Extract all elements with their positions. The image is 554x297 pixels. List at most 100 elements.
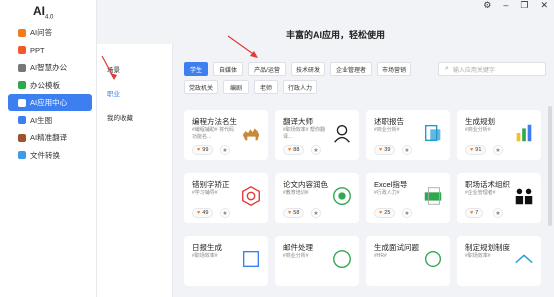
heart-icon: ♥ bbox=[288, 147, 292, 153]
filter-tag[interactable]: 学生 bbox=[184, 62, 208, 76]
like-count[interactable]: ♥ 39 bbox=[374, 145, 396, 155]
app-card[interactable]: 编程方法名生 #编程辅助# 将代码功能名... ♥ 99 ★ bbox=[184, 110, 268, 160]
sidebar-item-1[interactable]: PPT bbox=[8, 42, 92, 59]
like-count[interactable]: ♥ 88 bbox=[283, 145, 305, 155]
app-card[interactable]: 生成规划 #商业分析# ♥ 91 ★ bbox=[457, 110, 541, 160]
sidebar-item-icon bbox=[18, 81, 26, 89]
sidebar-item-0[interactable]: AI问答 bbox=[8, 24, 92, 41]
app-card[interactable]: 邮件处理 #商业分析# bbox=[275, 236, 359, 286]
sidebar: AI4.0 AI问答 PPT AI智慧办公 办公模板 AI应用中心 AI生图 AI精准翻译文… bbox=[0, 0, 97, 297]
sidebar-item-2[interactable]: AI智慧办公 bbox=[8, 59, 92, 76]
search-input[interactable]: ⌕ 输入应用关键字 bbox=[438, 62, 546, 76]
sidebar-item-7[interactable]: 文件转换 bbox=[8, 147, 92, 164]
annotation-arrow bbox=[101, 55, 117, 80]
like-count-value: 39 bbox=[384, 147, 391, 153]
app-card-title: 职场话术组织 bbox=[465, 180, 510, 189]
app-card[interactable]: 制定规划制度 #职场效率# bbox=[457, 236, 541, 286]
like-count-value: 91 bbox=[475, 147, 482, 153]
app-card[interactable]: 职场话术组织 #企业管理者# ♥ 7 ★ bbox=[457, 173, 541, 223]
favorite-star-icon[interactable]: ★ bbox=[493, 145, 503, 155]
like-count[interactable]: ♥ 99 bbox=[192, 145, 214, 155]
filter-tag[interactable]: 编剧 bbox=[223, 80, 249, 94]
app-card-title: 述职报告 bbox=[374, 117, 404, 126]
app-card-title: 邮件处理 bbox=[283, 243, 313, 252]
favorite-star-icon[interactable]: ★ bbox=[402, 208, 412, 218]
app-card-title: Excel指导 bbox=[374, 180, 408, 189]
plan-icon bbox=[513, 248, 535, 270]
like-count[interactable]: ♥ 58 bbox=[283, 208, 305, 218]
app-card-desc: #企业管理者# bbox=[465, 190, 496, 196]
heart-icon: ♥ bbox=[288, 210, 292, 216]
sidebar-item-5[interactable]: AI生图 bbox=[8, 112, 92, 129]
favorite-star-icon[interactable]: ★ bbox=[493, 208, 503, 218]
sidebar-item-icon bbox=[18, 133, 26, 142]
app-card-desc: #编程辅助# 将代码功能名... bbox=[192, 127, 234, 140]
app-logo: AI4.0 bbox=[33, 4, 54, 21]
scrollbar[interactable] bbox=[548, 106, 552, 226]
like-count[interactable]: ♥ 49 bbox=[192, 208, 214, 218]
settings-icon[interactable]: ⚙ bbox=[483, 0, 491, 11]
heart-icon: ♥ bbox=[197, 210, 201, 216]
translator-icon bbox=[331, 122, 353, 144]
subnav-item-profession[interactable]: 职业 bbox=[107, 88, 120, 98]
app-card[interactable]: Excel指导 #行政人力# ♥ 25 ★ bbox=[366, 173, 450, 223]
filter-tag[interactable]: 技术研发 bbox=[291, 62, 325, 76]
sidebar-item-icon bbox=[18, 116, 26, 124]
heart-icon: ♥ bbox=[379, 210, 383, 216]
app-card-desc: #职场效率# bbox=[465, 253, 491, 259]
app-card-title: 制定规划制度 bbox=[465, 243, 510, 252]
like-count[interactable]: ♥ 91 bbox=[465, 145, 487, 155]
excel-icon bbox=[422, 185, 444, 207]
app-card-desc: #教育培训# bbox=[283, 190, 309, 196]
sidebar-item-icon bbox=[18, 28, 26, 37]
app-card-desc: #HR# bbox=[374, 253, 387, 259]
favorite-star-icon[interactable]: ★ bbox=[220, 208, 230, 218]
search-icon: ⌕ bbox=[445, 65, 449, 72]
app-card-desc: #职场效率# 帮你翻译... bbox=[283, 127, 325, 140]
like-count[interactable]: ♥ 25 bbox=[374, 208, 396, 218]
app-card-title: 日报生成 bbox=[192, 243, 222, 252]
filter-tag[interactable]: 行政人力 bbox=[283, 80, 317, 94]
annotation-arrow bbox=[227, 35, 258, 58]
favorite-star-icon[interactable]: ★ bbox=[311, 145, 321, 155]
sidebar-item-label: AI生图 bbox=[30, 115, 53, 125]
filter-tag[interactable]: 市场营销 bbox=[377, 62, 411, 76]
app-card-title: 错别字矫正 bbox=[192, 180, 230, 189]
favorite-star-icon[interactable]: ★ bbox=[311, 208, 321, 218]
app-card[interactable]: 论文内容润色 #教育培训# ♥ 58 ★ bbox=[275, 173, 359, 223]
app-card[interactable]: 错别字矫正 #学习辅导# ♥ 49 ★ bbox=[184, 173, 268, 223]
sidebar-item-6[interactable]: AI精准翻译 bbox=[8, 129, 92, 146]
sidebar-item-4[interactable]: AI应用中心 bbox=[8, 94, 92, 111]
maximize-icon[interactable]: ❐ bbox=[520, 0, 528, 11]
like-count[interactable]: ♥ 7 bbox=[465, 208, 484, 218]
favorite-star-icon[interactable]: ★ bbox=[402, 145, 412, 155]
app-card-title: 生成面试问题 bbox=[374, 243, 419, 252]
camel-icon bbox=[240, 122, 262, 144]
filter-tag[interactable]: 老师 bbox=[254, 80, 278, 94]
app-card[interactable]: 生成面试问题 #HR# bbox=[366, 236, 450, 286]
app-card-title: 翻译大师 bbox=[283, 117, 313, 126]
filter-tag[interactable]: 自媒体 bbox=[213, 62, 243, 76]
like-count-value: 7 bbox=[475, 210, 479, 216]
minimize-icon[interactable]: – bbox=[503, 0, 508, 11]
close-icon[interactable]: ✕ bbox=[540, 0, 548, 11]
filter-tag[interactable]: 企业管理者 bbox=[330, 62, 372, 76]
filter-tag[interactable]: 党政机关 bbox=[184, 80, 218, 94]
chart-icon bbox=[513, 122, 535, 144]
filter-tag[interactable]: 产品/运营 bbox=[248, 62, 286, 76]
sidebar-item-label: AI智慧办公 bbox=[30, 63, 68, 72]
app-card[interactable]: 日报生成 #职场效率# bbox=[184, 236, 268, 286]
sidebar-item-label: 办公模板 bbox=[30, 80, 60, 90]
sidebar-item-icon bbox=[18, 98, 26, 107]
app-card-desc: #行政人力# bbox=[374, 190, 400, 196]
subnav-item-favorites[interactable]: 我的收藏 bbox=[107, 112, 133, 122]
app-card[interactable]: 翻译大师 #职场效率# 帮你翻译... ♥ 88 ★ bbox=[275, 110, 359, 160]
interview-icon bbox=[422, 248, 444, 270]
sidebar-item-label: PPT bbox=[30, 45, 45, 55]
app-card[interactable]: 述职报告 #商业分析# ♥ 39 ★ bbox=[366, 110, 450, 160]
app-card-title: 编程方法名生 bbox=[192, 117, 237, 126]
sidebar-item-label: AI应用中心 bbox=[30, 98, 68, 107]
app-card-title: 论文内容润色 bbox=[283, 180, 328, 189]
favorite-star-icon[interactable]: ★ bbox=[220, 145, 230, 155]
sidebar-item-3[interactable]: 办公模板 bbox=[8, 77, 92, 94]
